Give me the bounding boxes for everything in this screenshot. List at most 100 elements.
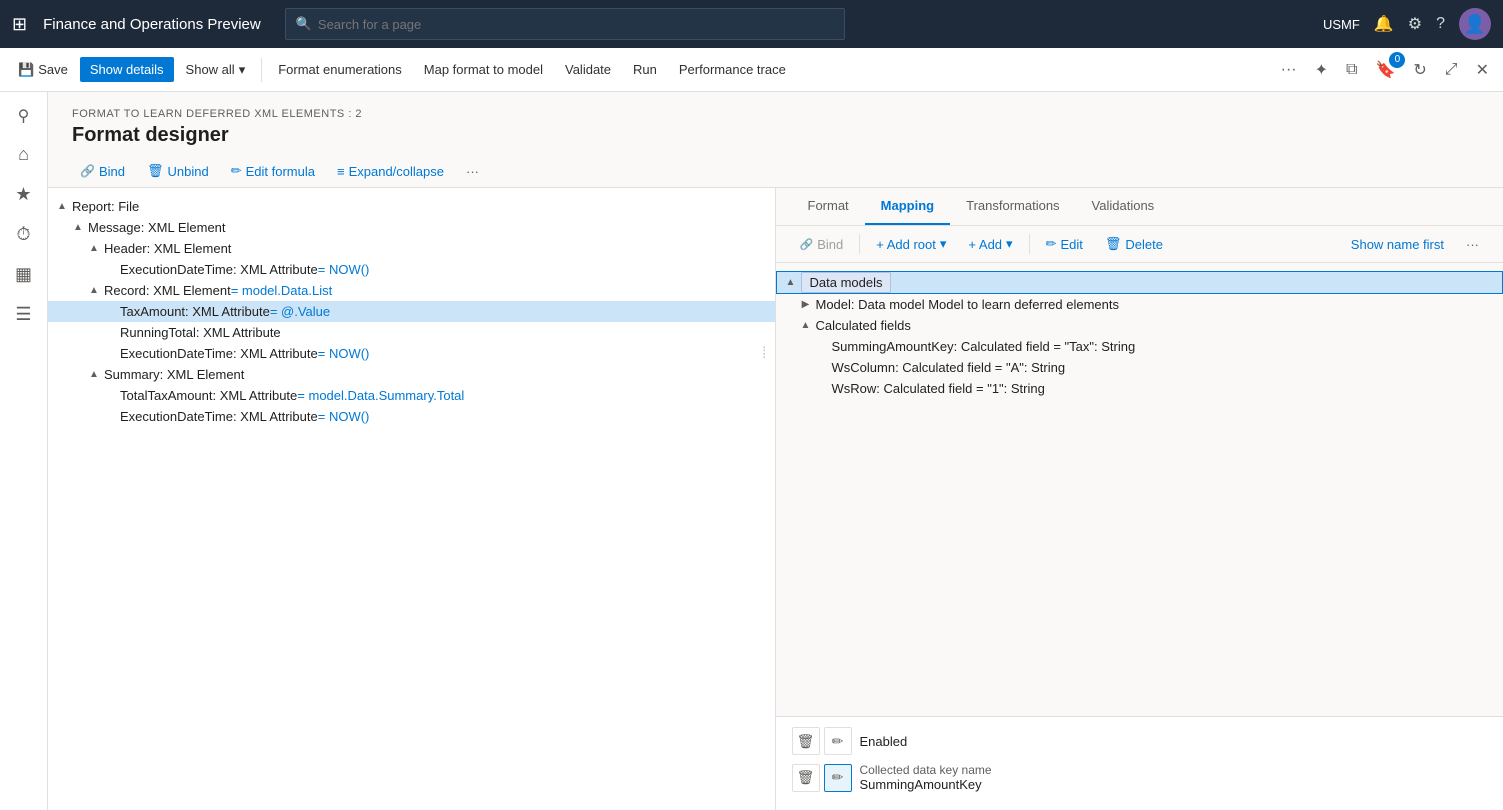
bind-icon: 🔗 [80,164,95,178]
format-tree-item-8[interactable]: ▲Summary: XML Element [48,364,775,385]
search-icon: 🔍 [296,16,312,32]
username-label: USMF [1323,17,1360,32]
format-tree-item-9[interactable]: TotalTaxAmount: XML Attribute = model.Da… [48,385,775,406]
drag-handle-icon: ⁞ [762,345,766,363]
right-edit-button[interactable]: ✏ Edit [1038,232,1091,256]
format-tree-item-1[interactable]: ▲ Message: XML Element [48,217,775,238]
key-delete-button[interactable]: 🗑 [792,764,820,792]
save-button[interactable]: 💾 Save [8,57,78,83]
tree-toggle: ▲ [88,285,100,296]
sub-toolbar: 🔗 Bind 🗑 Unbind ✏ Edit formula ≡ Expand/… [48,155,1503,188]
key-edit-button[interactable]: ✏ [824,764,852,792]
enabled-edit-button[interactable]: ✏ [824,727,852,755]
model-tree-item-1[interactable]: ▶Model: Data model Model to learn deferr… [776,294,1503,315]
enabled-delete-button[interactable]: 🗑 [792,727,820,755]
gear-icon[interactable]: ⚙ [1408,14,1422,34]
split-pane: ▲Report: File▲Message: XML Element▲Heade… [48,188,1503,810]
expand-collapse-button[interactable]: ≡ Expand/collapse [329,160,452,183]
tree-label: TotalTaxAmount: XML Attribute [120,388,297,403]
right-bind-button[interactable]: 🔗 Bind [792,233,852,256]
help-icon[interactable]: ? [1436,15,1445,33]
map-format-to-model-button[interactable]: Map format to model [414,57,553,82]
pin-icon[interactable]: ✦ [1309,56,1334,84]
tree-label: Header: XML Element [104,241,231,256]
model-label: Data models [801,275,892,290]
popout-icon[interactable]: ⤢ [1439,57,1464,83]
refresh-icon[interactable]: ↻ [1407,56,1432,84]
nav-right: USMF 🔔 ⚙ ? 👤 [1323,8,1491,40]
model-tree-item-5[interactable]: WsRow: Calculated field = "1": String [776,378,1503,399]
format-tree-item-6[interactable]: RunningTotal: XML Attribute [48,322,775,343]
badge-count: 0 [1389,52,1405,68]
edit-formula-button[interactable]: ✏ Edit formula [223,159,323,183]
model-tree: ▲Data models▶Model: Data model Model to … [776,263,1503,716]
model-tree-item-0[interactable]: ▲Data models [776,271,1503,294]
add-root-button[interactable]: + Add root ▾ [868,232,954,256]
model-tree-item-4[interactable]: WsColumn: Calculated field = "A": String [776,357,1503,378]
more-actions-button[interactable]: ··· [458,160,487,183]
key-name-field-row: 🗑 ✏ Collected data key name SummingAmoun… [792,763,1488,792]
more-icon[interactable]: ··· [1275,57,1303,83]
panel-tab-format[interactable]: Format [792,188,865,225]
right-delete-button[interactable]: 🗑 Delete [1097,232,1171,256]
model-toggle: ▲ [800,320,812,331]
right-more-button[interactable]: ··· [1458,233,1487,256]
format-tree-item-2[interactable]: ▲ Header: XML Element [48,238,775,259]
key-value: SummingAmountKey [860,777,992,792]
format-enumerations-button[interactable]: Format enumerations [268,57,412,82]
top-nav: ⊞ Finance and Operations Preview 🔍 USMF … [0,0,1503,48]
tree-toggle: ▲ [72,222,84,233]
tree-formula: = @.Value [270,304,330,319]
format-tree-item-5[interactable]: TaxAmount: XML Attribute = @.Value [48,301,775,322]
panel-tab-transformations[interactable]: Transformations [950,188,1075,225]
tree-label: Record: XML Element [104,283,231,298]
show-details-button[interactable]: Show details [80,57,174,82]
right-bind-icon: 🔗 [800,238,814,251]
unbind-button[interactable]: 🗑 Unbind [139,159,217,183]
format-tree-item-10[interactable]: ExecutionDateTime: XML Attribute = NOW() [48,406,775,427]
modules-icon[interactable]: ☰ [6,296,42,332]
badge-container[interactable]: 🔖 0 [1369,56,1401,84]
format-tree-item-0[interactable]: ▲Report: File [48,196,775,217]
avatar[interactable]: 👤 [1459,8,1491,40]
model-tree-item-2[interactable]: ▲Calculated fields [776,315,1503,336]
right-bottom: 🗑 ✏ Enabled 🗑 ✏ Collected data key name … [776,716,1503,810]
bell-icon[interactable]: 🔔 [1374,14,1394,34]
toolbar-right: ··· ✦ ⧉ 🔖 0 ↻ ⤢ ✕ [1275,56,1495,84]
run-button[interactable]: Run [623,57,667,82]
tree-label: Report: File [72,199,139,214]
main-toolbar: 💾 Save Show details Show all ▾ Format en… [0,48,1503,92]
expand-icon: ≡ [337,164,345,179]
model-label: SummingAmountKey: Calculated field = "Ta… [832,339,1136,354]
breadcrumb: FORMAT TO LEARN DEFERRED XML ELEMENTS : … [72,108,1479,120]
format-tree-item-4[interactable]: ▲Record: XML Element = model.Data.List [48,280,775,301]
workspaces-icon[interactable]: ▦ [6,256,42,292]
model-tree-item-3[interactable]: SummingAmountKey: Calculated field = "Ta… [776,336,1503,357]
show-all-button[interactable]: Show all ▾ [176,57,256,83]
add-button[interactable]: + Add ▾ [960,232,1020,256]
search-bar[interactable]: 🔍 [285,8,845,40]
close-icon[interactable]: ✕ [1470,56,1495,84]
bind-button[interactable]: 🔗 Bind [72,160,133,183]
left-sidebar: ⚲ ⌂ ★ ⏱ ▦ ☰ [0,92,48,810]
search-input[interactable] [318,17,834,32]
app-grid-icon[interactable]: ⊞ [12,14,27,35]
home-icon[interactable]: ⌂ [6,136,42,172]
recent-icon[interactable]: ⏱ [6,216,42,252]
tree-label: RunningTotal: XML Attribute [120,325,281,340]
format-tree-item-3[interactable]: ExecutionDateTime: XML Attribute = NOW() [48,259,775,280]
performance-trace-button[interactable]: Performance trace [669,57,796,82]
show-name-first-button[interactable]: Show name first [1343,233,1452,256]
tree-formula: = NOW() [318,346,370,361]
copy-icon[interactable]: ⧉ [1340,57,1363,83]
format-tree-item-7[interactable]: ExecutionDateTime: XML Attribute = NOW()… [48,343,775,364]
right-edit-icon: ✏ [1046,236,1057,252]
panel-tab-mapping[interactable]: Mapping [865,188,950,225]
validate-button[interactable]: Validate [555,57,621,82]
tree-toggle: ▲ [88,243,100,254]
unbind-icon: 🗑 [147,163,164,179]
favorites-icon[interactable]: ★ [6,176,42,212]
filter-icon[interactable]: ⚲ [8,100,40,132]
panel-tab-validations[interactable]: Validations [1076,188,1171,225]
tree-label: Message: XML Element [88,220,226,235]
